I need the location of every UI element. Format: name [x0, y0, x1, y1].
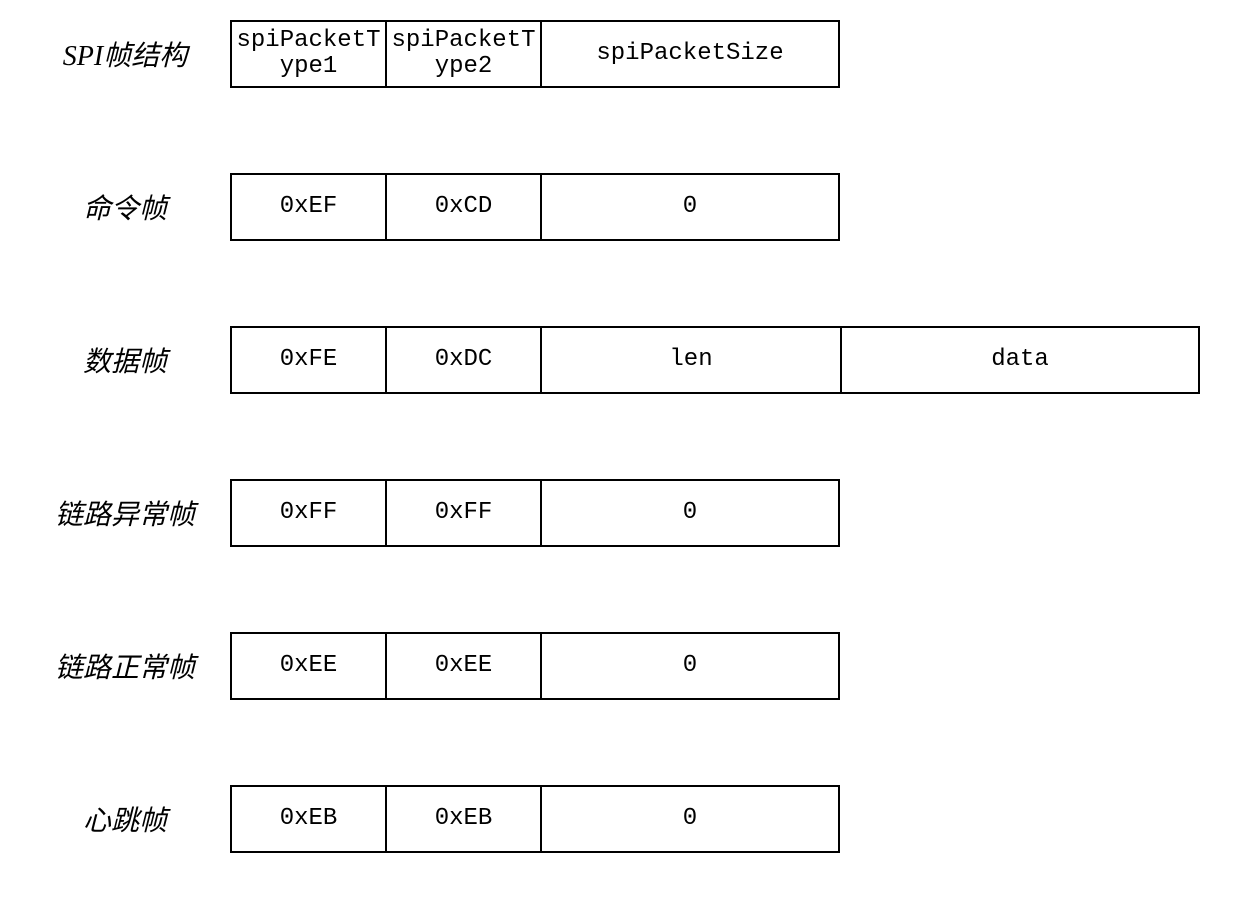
cell-text: 0	[683, 194, 697, 220]
cell-text: data	[991, 347, 1049, 373]
cell-text: len	[669, 347, 712, 373]
frame-cell: 0xEF	[230, 173, 385, 241]
cells-group: 0xFE 0xDC len data	[230, 326, 1200, 394]
row-label: SPI帧结构	[30, 34, 230, 74]
frame-cell: 0	[540, 173, 840, 241]
frame-cell: 0xFE	[230, 326, 385, 394]
cell-text: spiPacketSize	[596, 41, 783, 67]
cell-text: 0	[683, 653, 697, 679]
frame-cell: 0xEB	[230, 785, 385, 853]
cells-group: 0xEB 0xEB 0	[230, 785, 840, 853]
frame-row: 链路异常帧 0xFF 0xFF 0	[30, 479, 1210, 547]
cells-group: 0xEE 0xEE 0	[230, 632, 840, 700]
frame-cell: spiPacketT ype2	[385, 20, 540, 88]
cell-text: 0xCD	[435, 194, 493, 220]
frame-cell: 0xEE	[385, 632, 540, 700]
row-label: 数据帧	[30, 340, 230, 380]
cell-text: 0xEF	[280, 194, 338, 220]
cell-text: 0xDC	[435, 347, 493, 373]
frame-cell: len	[540, 326, 840, 394]
frame-row: SPI帧结构spiPacketT ype1spiPacketT ype2spiP…	[30, 20, 1210, 88]
frame-cell: spiPacketT ype1	[230, 20, 385, 88]
frame-row: 心跳帧 0xEB 0xEB 0	[30, 785, 1210, 853]
cell-text: 0xFF	[435, 500, 493, 526]
frame-cell: 0xEB	[385, 785, 540, 853]
frame-cell: 0xCD	[385, 173, 540, 241]
cell-text: 0xEB	[280, 806, 338, 832]
cell-text: 0xFF	[280, 500, 338, 526]
frame-cell: 0	[540, 479, 840, 547]
frame-cell: spiPacketSize	[540, 20, 840, 88]
frame-cell: 0	[540, 785, 840, 853]
cell-text: 0xEE	[280, 653, 338, 679]
frame-cell: 0xFF	[230, 479, 385, 547]
row-label: 心跳帧	[30, 799, 230, 839]
frame-row: 链路正常帧 0xEE 0xEE 0	[30, 632, 1210, 700]
cell-text: 0	[683, 500, 697, 526]
frame-structure-diagram: SPI帧结构spiPacketT ype1spiPacketT ype2spiP…	[30, 20, 1210, 853]
cell-text: 0xEE	[435, 653, 493, 679]
cell-text: spiPacketT ype1	[236, 28, 380, 81]
frame-cell: 0	[540, 632, 840, 700]
frame-row: 命令帧 0xEF 0xCD 0	[30, 173, 1210, 241]
row-label: 链路正常帧	[30, 646, 230, 686]
frame-cell: 0xEE	[230, 632, 385, 700]
row-label: 命令帧	[30, 187, 230, 227]
cell-text: spiPacketT ype2	[391, 28, 535, 81]
cells-group: 0xEF 0xCD 0	[230, 173, 840, 241]
cell-text: 0xEB	[435, 806, 493, 832]
cell-text: 0xFE	[280, 347, 338, 373]
cells-group: spiPacketT ype1spiPacketT ype2 spiPacketS…	[230, 20, 840, 88]
frame-cell: data	[840, 326, 1200, 394]
cells-group: 0xFF 0xFF 0	[230, 479, 840, 547]
frame-cell: 0xDC	[385, 326, 540, 394]
frame-cell: 0xFF	[385, 479, 540, 547]
frame-row: 数据帧 0xFE 0xDC len data	[30, 326, 1210, 394]
cell-text: 0	[683, 806, 697, 832]
row-label: 链路异常帧	[30, 493, 230, 533]
